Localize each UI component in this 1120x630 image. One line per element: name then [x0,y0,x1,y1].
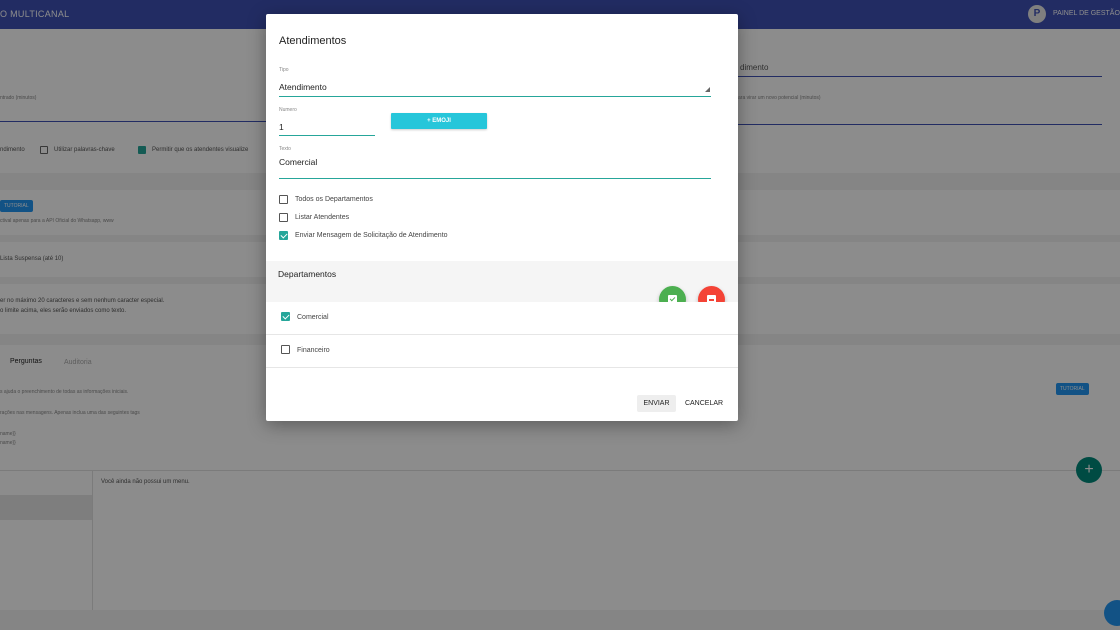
todos-departamentos-checkbox[interactable] [279,195,288,204]
cancelar-button[interactable]: CANCELAR [682,395,726,412]
tipo-select[interactable]: Atendimento [279,82,327,92]
numero-underline [279,135,375,136]
enviar-mensagem-label: Enviar Mensagem de Solicitação de Atendi… [295,232,448,239]
department-row-financeiro[interactable]: Financeiro [266,335,738,368]
texto-input[interactable]: Comercial [279,157,317,167]
numero-input[interactable]: 1 [279,122,284,132]
tipo-label: Tipo [279,67,289,73]
comercial-checkbox[interactable] [281,312,290,321]
financeiro-label: Financeiro [297,347,330,354]
texto-underline [279,178,711,179]
listar-atendentes-checkbox[interactable] [279,213,288,222]
enviar-button[interactable]: ENVIAR [637,395,676,412]
emoji-button[interactable]: + EMOJI [391,113,487,129]
chevron-down-icon[interactable] [705,87,710,92]
financeiro-checkbox[interactable] [281,345,290,354]
texto-label: Texto [279,146,291,152]
departments-title: Departamentos [278,269,337,279]
dialog-title: Atendimentos [279,35,347,47]
department-row-comercial[interactable]: Comercial [266,302,738,335]
listar-atendentes-label: Listar Atendentes [295,214,350,221]
atendimentos-dialog: Atendimentos Tipo Atendimento Numero 1 +… [266,14,738,421]
enviar-mensagem-checkbox[interactable] [279,231,288,240]
tipo-underline [279,96,711,97]
todos-departamentos-label: Todos os Departamentos [295,196,373,203]
comercial-label: Comercial [297,314,329,321]
numero-label: Numero [279,107,297,113]
